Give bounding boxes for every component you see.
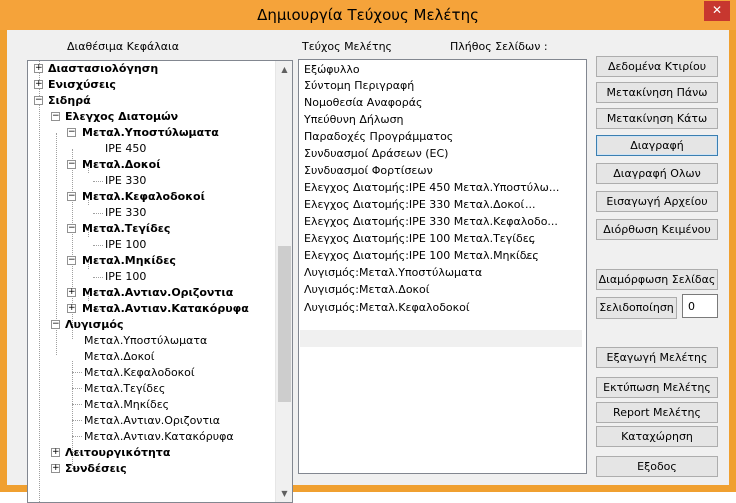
tree-node-purlins[interactable]: Μεταλ.Τεγίδες	[82, 221, 170, 237]
tree-node-beams[interactable]: Μεταλ.Δοκοί	[82, 157, 161, 173]
tree-line	[93, 245, 103, 246]
available-chapters-label: Διαθέσιμα Κεφάλαια	[67, 40, 180, 53]
list-item[interactable]: Συνδυασμοί Δράσεων (EC)	[304, 146, 448, 162]
tree-node-buckling-item[interactable]: Μεταλ.Μηκίδες	[84, 397, 169, 413]
close-icon[interactable]: ✕	[704, 1, 730, 21]
tree-node-girts[interactable]: Μεταλ.Μηκίδες	[82, 253, 176, 269]
tree-node-horizontal-bracing[interactable]: Μεταλ.Αντιαν.Οριζοντια	[82, 285, 233, 301]
list-item-ellipsis: ...	[525, 249, 536, 262]
collapse-icon[interactable]: −	[67, 128, 76, 137]
move-up-button[interactable]: Μετακίνηση Πάνω	[596, 82, 718, 103]
tree-line	[39, 61, 40, 502]
tree-line	[72, 404, 82, 405]
tree-line	[93, 277, 103, 278]
import-file-button[interactable]: Εισαγωγή Αρχείου	[596, 191, 718, 212]
chapters-tree-content: + + − − − − − − − + + − + + Διαστασιολόγ…	[28, 61, 276, 502]
list-item-ellipsis: ...	[525, 232, 536, 245]
expand-icon[interactable]: +	[34, 64, 43, 73]
dialog-window: Δημιουργία Τεύχους Μελέτης ✕ Διαθέσιμα Κ…	[0, 0, 736, 503]
tree-node-section[interactable]: IPE 100	[105, 237, 146, 253]
tree-node-buckling-item[interactable]: Μεταλ.Αντιαν.Οριζοντια	[84, 413, 220, 429]
chapters-tree[interactable]: + + − − − − − − − + + − + + Διαστασιολόγ…	[27, 60, 293, 503]
tree-node-buckling-item[interactable]: Μεταλ.Υποστύλωματα	[84, 333, 207, 349]
tree-line	[72, 388, 82, 389]
tree-node-section[interactable]: IPE 330	[105, 205, 146, 221]
study-volume-label: Τεύχος Μελέτης	[302, 40, 393, 53]
list-item[interactable]: Ελεγχος Διατομής:IPE 330 Μεταλ.Κεφαλοδο.…	[304, 214, 558, 230]
collapse-icon[interactable]: −	[67, 256, 76, 265]
tree-node-buckling-item[interactable]: Μεταλ.Κεφαλοδοκοί	[84, 365, 195, 381]
tree-node-steel[interactable]: Σιδηρά	[48, 93, 91, 109]
tree-node-header-beams[interactable]: Μεταλ.Κεφαλοδοκοί	[82, 189, 205, 205]
page-setup-button[interactable]: Διαμόρφωση Σελίδας	[596, 269, 718, 290]
page-count-label: Πλήθος Σελίδων :	[450, 40, 548, 53]
tree-node-connections[interactable]: Συνδέσεις	[65, 461, 127, 477]
print-study-button[interactable]: Εκτύπωση Μελέτης	[596, 377, 718, 398]
pagination-input[interactable]	[682, 294, 718, 318]
list-item[interactable]: Νομοθεσία Αναφοράς	[304, 95, 422, 111]
list-item[interactable]: Παραδοχές Προγράμματος	[304, 129, 453, 145]
collapse-icon[interactable]: −	[67, 224, 76, 233]
scroll-up-icon[interactable]: ▲	[276, 61, 292, 78]
delete-all-button[interactable]: Διαγραφή Ολων	[596, 163, 718, 184]
edit-text-button[interactable]: Διόρθωση Κειμένου	[596, 219, 718, 240]
collapse-icon[interactable]: −	[51, 320, 60, 329]
dialog-client-area: Διαθέσιμα Κεφάλαια Τεύχος Μελέτης Πλήθος…	[7, 30, 729, 503]
tree-node-buckling-item[interactable]: Μεταλ.Δοκοί	[84, 349, 155, 365]
tree-line	[93, 181, 103, 182]
selected-row-highlight	[300, 330, 582, 347]
tree-node-dimensioning[interactable]: Διαστασιολόγηση	[48, 61, 158, 77]
collapse-icon[interactable]: −	[67, 192, 76, 201]
tree-line	[72, 420, 82, 421]
tree-node-vertical-bracing[interactable]: Μεταλ.Αντιαν.Κατακόρυφα	[82, 301, 249, 317]
tree-node-section-check[interactable]: Ελεγχος Διατομών	[65, 109, 178, 125]
list-item[interactable]: Λυγισμός:Μεταλ.Κεφαλοδοκοί	[304, 300, 470, 316]
list-item[interactable]: Υπεύθυνη Δήλωση	[304, 112, 404, 128]
scroll-thumb[interactable]	[278, 246, 291, 402]
window-title: Δημιουργία Τεύχους Μελέτης	[257, 6, 479, 24]
export-study-button[interactable]: Εξαγωγή Μελέτης	[596, 347, 718, 368]
list-item[interactable]: Ελεγχος Διατομής:IPE 100 Μεταλ.Μηκίδες	[304, 248, 539, 264]
tree-line	[72, 436, 82, 437]
expand-icon[interactable]: +	[67, 304, 76, 313]
expand-icon[interactable]: +	[67, 288, 76, 297]
tree-node-reinforcements[interactable]: Ενισχύσεις	[48, 77, 116, 93]
list-item[interactable]: Ελεγχος Διατομής:IPE 450 Μεταλ.Υποστύλω.…	[304, 180, 559, 196]
tree-node-section[interactable]: IPE 100	[105, 269, 146, 285]
list-item[interactable]: Συνδυασμοί Φορτίσεων	[304, 163, 433, 179]
tree-scrollbar[interactable]: ▲ ▼	[275, 61, 292, 502]
move-down-button[interactable]: Μετακίνηση Κάτω	[596, 108, 718, 129]
building-data-button[interactable]: Δεδομένα Κτιρίου	[596, 56, 718, 77]
collapse-icon[interactable]: −	[67, 160, 76, 169]
list-item-ellipsis: ...	[525, 198, 536, 211]
tree-line	[93, 213, 103, 214]
expand-icon[interactable]: +	[34, 80, 43, 89]
list-item[interactable]: Ελεγχος Διατομής:IPE 100 Μεταλ.Τεγίδες	[304, 231, 535, 247]
list-item[interactable]: Λυγισμός:Μεταλ.Δοκοί	[304, 282, 430, 298]
tree-node-buckling-item[interactable]: Μεταλ.Αντιαν.Κατακόρυφα	[84, 429, 234, 445]
expand-icon[interactable]: +	[51, 464, 60, 473]
save-button[interactable]: Καταχώρηση	[596, 426, 718, 447]
tree-node-serviceability[interactable]: Λειτουργικότητα	[65, 445, 170, 461]
list-item[interactable]: Λυγισμός:Μεταλ.Υποστύλωματα	[304, 265, 482, 281]
list-item[interactable]: Σύντομη Περιγραφή	[304, 78, 414, 94]
study-contents-list[interactable]: Εξώφυλλο Σύντομη Περιγραφή Νομοθεσία Ανα…	[298, 59, 587, 474]
exit-button[interactable]: Εξοδος	[596, 456, 718, 477]
delete-button[interactable]: Διαγραφή	[596, 135, 718, 156]
tree-node-columns[interactable]: Μεταλ.Υποστύλωματα	[82, 125, 219, 141]
pagination-button[interactable]: Σελιδοποίηση	[596, 297, 677, 319]
tree-node-section[interactable]: IPE 450	[105, 141, 146, 157]
tree-node-buckling[interactable]: Λυγισμός	[65, 317, 123, 333]
tree-line	[72, 372, 82, 373]
collapse-icon[interactable]: −	[34, 96, 43, 105]
scroll-down-icon[interactable]: ▼	[276, 485, 292, 502]
list-item[interactable]: Εξώφυλλο	[304, 62, 360, 78]
list-item[interactable]: Ελεγχος Διατομής:IPE 330 Μεταλ.Δοκοί	[304, 197, 524, 213]
collapse-icon[interactable]: −	[51, 112, 60, 121]
tree-node-buckling-item[interactable]: Μεταλ.Τεγίδες	[84, 381, 165, 397]
tree-node-section[interactable]: IPE 330	[105, 173, 146, 189]
report-study-button[interactable]: Report Μελέτης	[596, 402, 718, 423]
title-bar: Δημιουργία Τεύχους Μελέτης ✕	[0, 0, 736, 30]
expand-icon[interactable]: +	[51, 448, 60, 457]
